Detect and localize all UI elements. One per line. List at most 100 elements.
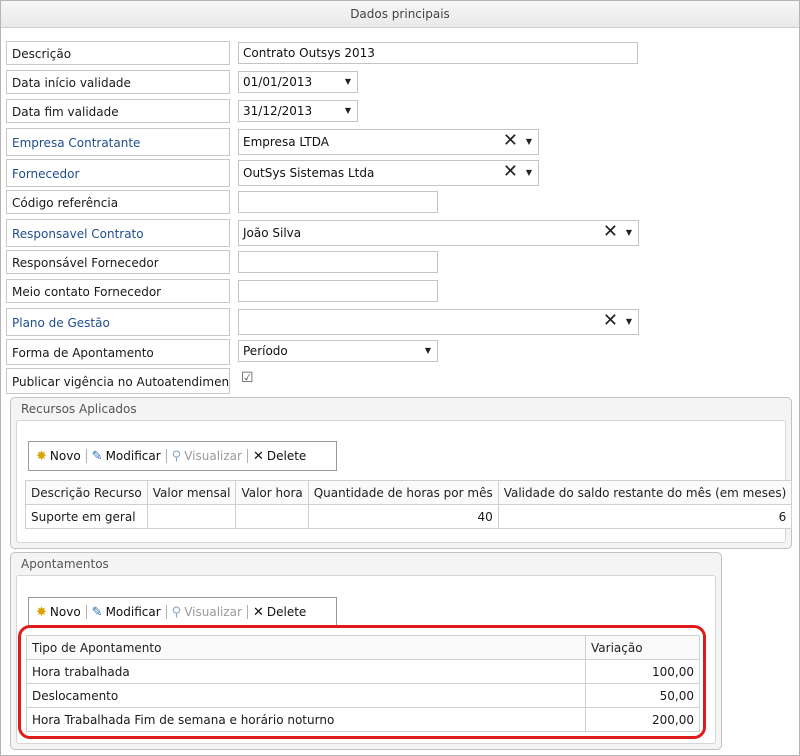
separator xyxy=(246,449,248,463)
descricao-input[interactable]: Contrato Outsys 2013 xyxy=(238,42,638,64)
table-cell: Suporte em geral xyxy=(25,504,148,529)
new-button[interactable]: ✸ Novo xyxy=(33,605,84,620)
table-row[interactable]: Deslocamento 50,00 xyxy=(26,683,700,708)
clear-icon[interactable]: ✕ xyxy=(603,221,618,244)
label-descricao: Descrição xyxy=(6,41,230,65)
plano-select[interactable]: ✕ ▼ xyxy=(238,309,639,335)
label-meio-contato: Meio contato Fornecedor xyxy=(6,279,230,303)
empresa-select[interactable]: Empresa LTDA ✕ ▼ xyxy=(238,129,539,155)
column-header[interactable]: Valor mensal xyxy=(146,480,237,505)
magnifier-icon: ⚲ xyxy=(171,604,182,620)
label-empresa: Empresa Contratante xyxy=(6,128,230,156)
label-data-fim: Data fim validade xyxy=(6,99,230,123)
label-publicar: Publicar vigência no Autoatendimento xyxy=(6,368,230,394)
separator xyxy=(165,449,167,463)
panel-header: Dados principais xyxy=(1,1,799,28)
delete-label: Delete xyxy=(266,605,307,619)
new-icon: ✸ xyxy=(36,604,47,620)
data-inicio-value: 01/01/2013 xyxy=(243,75,313,89)
view-label: Visualizar xyxy=(184,449,242,463)
new-label: Novo xyxy=(49,449,81,463)
forma-value: Período xyxy=(243,344,288,358)
new-label: Novo xyxy=(49,605,81,619)
edit-button[interactable]: ✎ Modificar xyxy=(89,605,164,620)
table-header-row: Descrição Recurso Valor mensal Valor hor… xyxy=(25,480,793,505)
edit-button[interactable]: ✎ Modificar xyxy=(89,449,164,464)
column-header[interactable]: Valor hora xyxy=(235,480,309,505)
chevron-down-icon[interactable]: ▼ xyxy=(526,161,532,185)
table-cell: Hora trabalhada xyxy=(26,659,586,684)
form-frame: Dados principais Descrição Contrato Outs… xyxy=(0,0,800,756)
recursos-table: Descrição Recurso Valor mensal Valor hor… xyxy=(25,480,793,529)
delete-icon: ✕ xyxy=(252,604,264,620)
edit-label: Modificar xyxy=(105,449,161,463)
chevron-down-icon[interactable]: ▼ xyxy=(425,341,431,361)
table-row[interactable]: Hora Trabalhada Fim de semana e horário … xyxy=(26,707,700,732)
table-cell: Deslocamento xyxy=(26,683,586,708)
recursos-toolbar: ✸ Novo ✎ Modificar ⚲ Visualizar ✕ Delete xyxy=(28,441,337,471)
chevron-down-icon[interactable]: ▼ xyxy=(345,72,351,92)
resp-contrato-value: João Silva xyxy=(243,226,302,240)
clear-icon[interactable]: ✕ xyxy=(603,310,618,333)
separator xyxy=(85,605,87,619)
view-label: Visualizar xyxy=(184,605,242,619)
data-fim-picker[interactable]: 31/12/2013 ▼ xyxy=(238,100,358,122)
table-header-row: Tipo de Apontamento Variação xyxy=(26,635,700,660)
edit-label: Modificar xyxy=(105,605,161,619)
table-row[interactable]: Suporte em geral 40 6 xyxy=(25,504,793,529)
fornecedor-select[interactable]: OutSys Sistemas Ltda ✕ ▼ xyxy=(238,160,539,186)
label-forma: Forma de Apontamento xyxy=(6,339,230,365)
table-cell: 100,00 xyxy=(585,659,700,684)
table-row[interactable]: Hora trabalhada 100,00 xyxy=(26,659,700,684)
clear-icon[interactable]: ✕ xyxy=(503,130,518,153)
table-cell: 50,00 xyxy=(585,683,700,708)
separator xyxy=(165,605,167,619)
table-cell: 200,00 xyxy=(585,707,700,732)
clear-icon[interactable]: ✕ xyxy=(503,161,518,184)
codigo-input[interactable] xyxy=(238,191,438,213)
view-button[interactable]: ⚲ Visualizar xyxy=(169,449,245,464)
table-cell: Hora Trabalhada Fim de semana e horário … xyxy=(26,707,586,732)
magnifier-icon: ⚲ xyxy=(171,448,182,464)
recursos-title: Recursos Aplicados xyxy=(21,402,137,416)
table-cell xyxy=(146,504,237,529)
label-fornecedor: Fornecedor xyxy=(6,159,230,187)
chevron-down-icon[interactable]: ▼ xyxy=(345,101,351,121)
column-header[interactable]: Tipo de Apontamento xyxy=(26,635,586,660)
resp-fornecedor-input[interactable] xyxy=(238,251,438,273)
column-header[interactable]: Quantidade de horas por mês xyxy=(307,480,499,505)
new-button[interactable]: ✸ Novo xyxy=(33,449,84,464)
new-icon: ✸ xyxy=(36,448,47,464)
table-cell: 6 xyxy=(497,504,793,529)
delete-label: Delete xyxy=(266,449,307,463)
data-fim-value: 31/12/2013 xyxy=(243,104,313,118)
fornecedor-value: OutSys Sistemas Ltda xyxy=(243,166,375,180)
data-inicio-picker[interactable]: 01/01/2013 ▼ xyxy=(238,71,358,93)
column-header[interactable]: Validade do saldo restante do mês (em me… xyxy=(497,480,793,505)
separator xyxy=(246,605,248,619)
label-resp-contrato: Responsavel Contrato xyxy=(6,219,230,247)
empresa-value: Empresa LTDA xyxy=(243,135,329,149)
resp-contrato-select[interactable]: João Silva ✕ ▼ xyxy=(238,220,639,246)
column-header[interactable]: Descrição Recurso xyxy=(25,480,148,505)
label-data-inicio: Data início validade xyxy=(6,70,230,94)
apontamentos-table: Tipo de Apontamento Variação Hora trabal… xyxy=(26,635,700,732)
meio-contato-input[interactable] xyxy=(238,280,438,302)
apontamentos-title: Apontamentos xyxy=(21,557,109,571)
delete-button[interactable]: ✕ Delete xyxy=(250,605,309,620)
chevron-down-icon[interactable]: ▼ xyxy=(526,130,532,154)
apontamentos-toolbar: ✸ Novo ✎ Modificar ⚲ Visualizar ✕ Delete xyxy=(28,597,337,627)
forma-select[interactable]: Período ▼ xyxy=(238,340,438,362)
chevron-down-icon[interactable]: ▼ xyxy=(626,221,632,245)
chevron-down-icon[interactable]: ▼ xyxy=(626,310,632,334)
column-header[interactable]: Variação xyxy=(585,635,700,660)
view-button[interactable]: ⚲ Visualizar xyxy=(169,605,245,620)
label-codigo: Código referência xyxy=(6,190,230,214)
table-cell xyxy=(235,504,309,529)
publicar-checkbox[interactable]: ☑ xyxy=(241,371,255,385)
delete-button[interactable]: ✕ Delete xyxy=(250,449,309,464)
label-plano: Plano de Gestão xyxy=(6,308,230,336)
delete-icon: ✕ xyxy=(252,448,264,464)
edit-icon: ✎ xyxy=(91,604,103,620)
separator xyxy=(85,449,87,463)
